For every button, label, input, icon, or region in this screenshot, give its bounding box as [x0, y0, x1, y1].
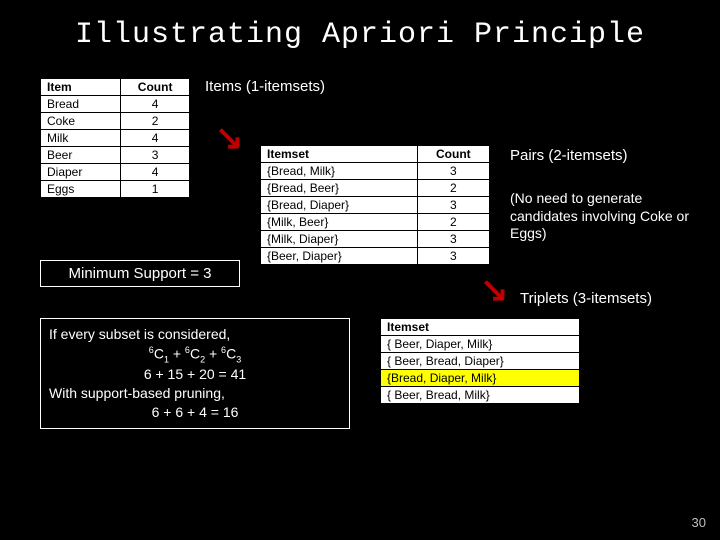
table-row: { Beer, Diaper, Milk}: [381, 336, 580, 353]
minimum-support-box: Minimum Support = 3: [40, 260, 240, 287]
cell: 4: [121, 130, 190, 147]
label-triplets: Triplets (3-itemsets): [520, 290, 652, 307]
calc-line-5: 6 + 6 + 4 = 16: [49, 403, 341, 422]
pairs-header-itemset: Itemset: [261, 146, 418, 163]
cell: 3: [417, 197, 489, 214]
txt: C: [226, 346, 236, 362]
table-row: Beer3: [41, 147, 190, 164]
calc-line-2: 6C1 + 6C2 + 6C3: [49, 344, 341, 366]
cell: {Beer, Diaper}: [261, 248, 418, 265]
arrow-down-right-icon: ↘: [215, 118, 244, 158]
cell: Bread: [41, 96, 121, 113]
cell: { Beer, Diaper, Milk}: [381, 336, 580, 353]
table-row: Bread4: [41, 96, 190, 113]
note-coke-eggs: (No need to generate candidates involvin…: [510, 190, 710, 243]
table-row: {Milk, Diaper}3: [261, 231, 490, 248]
cell: Coke: [41, 113, 121, 130]
cell: Milk: [41, 130, 121, 147]
page-title: Illustrating Apriori Principle: [0, 0, 720, 62]
calculation-box: If every subset is considered, 6C1 + 6C2…: [40, 318, 350, 429]
cell: {Bread, Diaper}: [261, 197, 418, 214]
triplets-table: Itemset { Beer, Diaper, Milk} { Beer, Br…: [380, 318, 580, 404]
cell: 3: [417, 248, 489, 265]
cell: 2: [121, 113, 190, 130]
table-row: {Milk, Beer}2: [261, 214, 490, 231]
table-row: Coke2: [41, 113, 190, 130]
table-row: {Beer, Diaper}3: [261, 248, 490, 265]
table-row-highlighted: {Bread, Diaper, Milk}: [381, 370, 580, 387]
items-header-count: Count: [121, 79, 190, 96]
cell: 4: [121, 96, 190, 113]
table-row: Eggs1: [41, 181, 190, 198]
txt: +: [169, 346, 185, 362]
txt: C: [190, 346, 200, 362]
cell: {Bread, Milk}: [261, 163, 418, 180]
cell: Eggs: [41, 181, 121, 198]
calc-line-4: With support-based pruning,: [49, 385, 225, 401]
page-number: 30: [692, 515, 706, 530]
cell: 1: [121, 181, 190, 198]
pairs-header-count: Count: [417, 146, 489, 163]
cell: 2: [417, 180, 489, 197]
items-table: Item Count Bread4 Coke2 Milk4 Beer3 Diap…: [40, 78, 190, 198]
sub: 3: [236, 354, 241, 364]
table-row: { Beer, Bread, Diaper}: [381, 353, 580, 370]
cell: 3: [417, 163, 489, 180]
table-row: Diaper4: [41, 164, 190, 181]
table-row: { Beer, Bread, Milk}: [381, 387, 580, 404]
cell: 2: [417, 214, 489, 231]
txt: C: [154, 346, 164, 362]
label-pairs: Pairs (2-itemsets): [510, 147, 628, 164]
arrow-down-right-icon: ↘: [480, 270, 509, 310]
cell: {Bread, Beer}: [261, 180, 418, 197]
table-row: {Bread, Milk}3: [261, 163, 490, 180]
cell: Diaper: [41, 164, 121, 181]
items-header-item: Item: [41, 79, 121, 96]
cell: {Milk, Diaper}: [261, 231, 418, 248]
cell: {Bread, Diaper, Milk}: [381, 370, 580, 387]
calc-line-3: 6 + 15 + 20 = 41: [49, 365, 341, 384]
cell: {Milk, Beer}: [261, 214, 418, 231]
calc-line-1: If every subset is considered,: [49, 326, 230, 342]
cell: 4: [121, 164, 190, 181]
table-row: {Bread, Diaper}3: [261, 197, 490, 214]
label-items: Items (1-itemsets): [205, 78, 325, 95]
cell: 3: [417, 231, 489, 248]
cell: { Beer, Bread, Diaper}: [381, 353, 580, 370]
table-row: Milk4: [41, 130, 190, 147]
pairs-table: Itemset Count {Bread, Milk}3 {Bread, Bee…: [260, 145, 490, 265]
cell: Beer: [41, 147, 121, 164]
cell: { Beer, Bread, Milk}: [381, 387, 580, 404]
triplets-header: Itemset: [381, 319, 580, 336]
cell: 3: [121, 147, 190, 164]
txt: +: [205, 346, 221, 362]
table-row: {Bread, Beer}2: [261, 180, 490, 197]
